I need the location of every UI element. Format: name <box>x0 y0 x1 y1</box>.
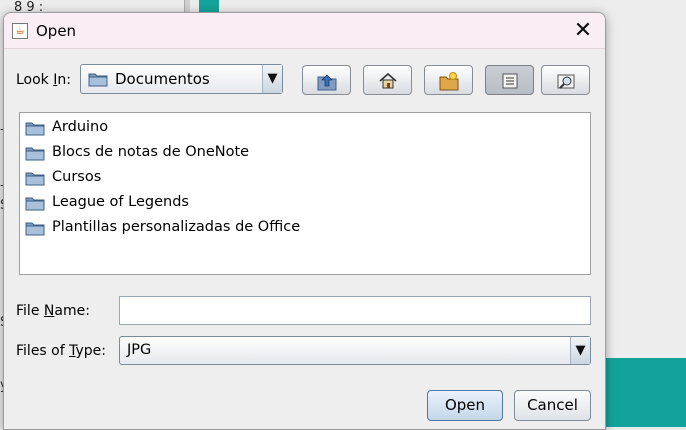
up-one-level-button[interactable] <box>302 65 351 95</box>
new-folder-button[interactable] <box>424 65 473 95</box>
dialog-titlebar[interactable]: ☕ Open ✕ <box>4 13 605 49</box>
file-list[interactable]: Arduino Blocs de notas de OneNote Cursos Le… <box>19 112 591 275</box>
files-of-type-value: JPG <box>127 342 152 358</box>
home-icon <box>379 72 397 89</box>
file-name: Blocs de notas de OneNote <box>52 144 250 160</box>
file-name: Arduino <box>52 119 109 135</box>
background-divider <box>184 0 190 12</box>
file-name: League of Legends <box>52 194 189 210</box>
list-item[interactable]: Arduino <box>25 117 375 139</box>
up-one-level-icon <box>317 74 337 91</box>
folder-icon <box>25 197 45 211</box>
look-in-label: Look In: <box>16 72 71 88</box>
folder-icon <box>25 122 45 136</box>
file-name: Cursos <box>52 169 102 185</box>
background-panel <box>605 0 686 360</box>
details-view-icon <box>557 74 575 89</box>
open-button[interactable]: Open <box>427 390 503 421</box>
list-item[interactable]: League of Legends <box>25 192 375 214</box>
list-view-button[interactable] <box>485 65 534 95</box>
new-folder-icon <box>439 72 459 91</box>
folder-icon <box>25 147 45 161</box>
file-name: Plantillas personalizadas de Office <box>52 219 301 235</box>
list-view-icon <box>502 73 518 89</box>
files-of-type-dropdown[interactable]: JPG ▼ <box>119 336 591 365</box>
list-item[interactable]: Plantillas personalizadas de Office <box>25 217 375 239</box>
folder-icon <box>88 73 108 87</box>
look-in-value: Documentos <box>115 70 210 88</box>
chevron-down-icon[interactable]: ▼ <box>262 65 282 93</box>
home-button[interactable] <box>363 65 412 95</box>
background-teal-panel <box>600 358 686 427</box>
file-name-input[interactable] <box>119 296 591 325</box>
folder-icon <box>25 172 45 186</box>
background-teal-strip <box>199 0 219 12</box>
folder-icon <box>25 222 45 236</box>
details-view-button[interactable] <box>541 65 590 95</box>
chevron-down-icon[interactable]: ▼ <box>570 337 590 364</box>
open-file-dialog: ☕ Open ✕ Look In: Documentos ▼ Arduino B… <box>3 12 606 430</box>
list-item[interactable]: Cursos <box>25 167 375 189</box>
dialog-title: Open <box>36 22 77 40</box>
look-in-dropdown[interactable]: Documentos ▼ <box>80 64 283 94</box>
files-of-type-label: Files of Type: <box>16 343 107 359</box>
list-item[interactable]: Blocs de notas de OneNote <box>25 142 375 164</box>
close-button[interactable]: ✕ <box>561 13 605 49</box>
java-cup-icon: ☕ <box>12 23 28 39</box>
file-name-label: File Name: <box>16 303 90 319</box>
cancel-button[interactable]: Cancel <box>514 390 591 421</box>
